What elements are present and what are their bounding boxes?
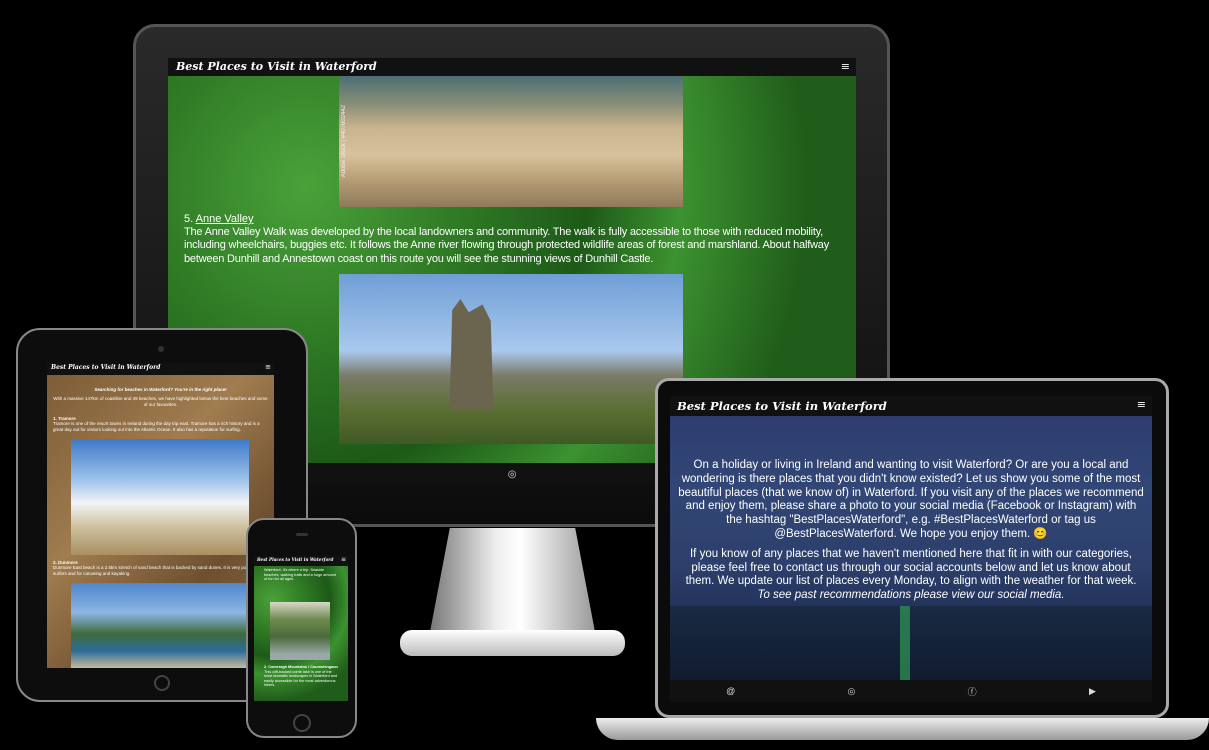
beach-image: Adobe Stock | #407602442 bbox=[339, 76, 683, 207]
laptop-welcome: On a holiday or living in Ireland and wa… bbox=[678, 459, 1144, 603]
image-credit: Adobe Stock | #407602442 bbox=[341, 104, 347, 177]
tablet-intro: Searching for beaches in Waterford? You'… bbox=[53, 387, 268, 407]
instagram-icon[interactable]: ◎ bbox=[848, 686, 856, 697]
phone-item: 2. Comeragh Mountains / Coumshingaun Thi… bbox=[264, 665, 340, 688]
entry-number: 5. bbox=[184, 213, 194, 225]
castle-image bbox=[339, 274, 683, 444]
monitor-base bbox=[400, 630, 625, 656]
tablet-heading: Searching for beaches in Waterford? You'… bbox=[94, 387, 227, 392]
phone-navbar: Best Places to Visit in Waterford ≡ bbox=[254, 556, 348, 566]
email-icon[interactable]: @ bbox=[726, 686, 735, 696]
instagram-icon[interactable]: ◎ bbox=[508, 469, 517, 480]
entry-block: 5. Anne Valley The Anne Valley Walk was … bbox=[184, 213, 844, 266]
laptop-site-title[interactable]: Best Places to Visit in Waterford bbox=[677, 399, 887, 413]
tablet-menu-icon[interactable]: ≡ bbox=[265, 363, 271, 371]
phone-item-text: This cliff-backed corrie lake is one of … bbox=[264, 669, 338, 688]
tablet-item-1: 1. Tramore Tramore is one of the resort … bbox=[53, 416, 268, 432]
dunmore-image bbox=[71, 583, 249, 668]
entry-link[interactable]: Anne Valley bbox=[196, 213, 254, 225]
laptop-footer: @ ◎ ⓕ ▶ bbox=[670, 680, 1152, 702]
menu-icon[interactable]: ≡ bbox=[841, 60, 850, 73]
welcome-paragraph: On a holiday or living in Ireland and wa… bbox=[678, 459, 1144, 540]
tablet-item2-text: Dunmore East beach is a 2.5km stretch of… bbox=[53, 565, 266, 576]
laptop-menu-icon[interactable]: ≡ bbox=[1137, 398, 1146, 411]
phone-site-title[interactable]: Best Places to Visit in Waterford bbox=[257, 557, 333, 562]
monitor-stand bbox=[430, 528, 595, 632]
tablet-screen: Best Places to Visit in Waterford ≡ Sear… bbox=[47, 363, 274, 668]
harbour-lights bbox=[670, 606, 1152, 686]
phone-screen: Best Places to Visit in Waterford ≡ Wate… bbox=[254, 556, 348, 701]
tramore-image bbox=[71, 439, 249, 555]
tablet-site-title[interactable]: Best Places to Visit in Waterford bbox=[51, 364, 160, 371]
youtube-icon[interactable]: ▶ bbox=[1089, 686, 1096, 697]
tablet-item-2: 2. Dunmore Dunmore East beach is a 2.5km… bbox=[53, 560, 268, 576]
laptop-navbar: Best Places to Visit in Waterford ≡ bbox=[670, 396, 1152, 416]
entry-text: The Anne Valley Walk was developed by th… bbox=[184, 226, 830, 265]
tablet-intro-text: With a massive 147km of coastline and 49… bbox=[53, 396, 268, 407]
gorge-image bbox=[270, 602, 330, 660]
navbar: Best Places to Visit in Waterford ≡ bbox=[168, 58, 856, 76]
phone-top-text: Waterford. It's where a trip. Seaside be… bbox=[264, 568, 336, 582]
laptop-screen: Best Places to Visit in Waterford ≡ On a… bbox=[670, 396, 1152, 702]
tablet-item1-text: Tramore is one of the resort towns in Ir… bbox=[53, 421, 260, 432]
contact-paragraph: If you know of any places that we haven'… bbox=[685, 547, 1137, 588]
site-title[interactable]: Best Places to Visit in Waterford bbox=[176, 60, 377, 73]
social-paragraph: To see past recommendations please view … bbox=[757, 589, 1065, 602]
laptop-base bbox=[596, 718, 1209, 740]
phone-menu-icon[interactable]: ≡ bbox=[341, 556, 346, 563]
tablet-navbar: Best Places to Visit in Waterford ≡ bbox=[47, 363, 274, 375]
facebook-icon[interactable]: ⓕ bbox=[968, 685, 977, 698]
phone-item-title[interactable]: 2. Comeragh Mountains / Coumshingaun bbox=[264, 665, 340, 670]
